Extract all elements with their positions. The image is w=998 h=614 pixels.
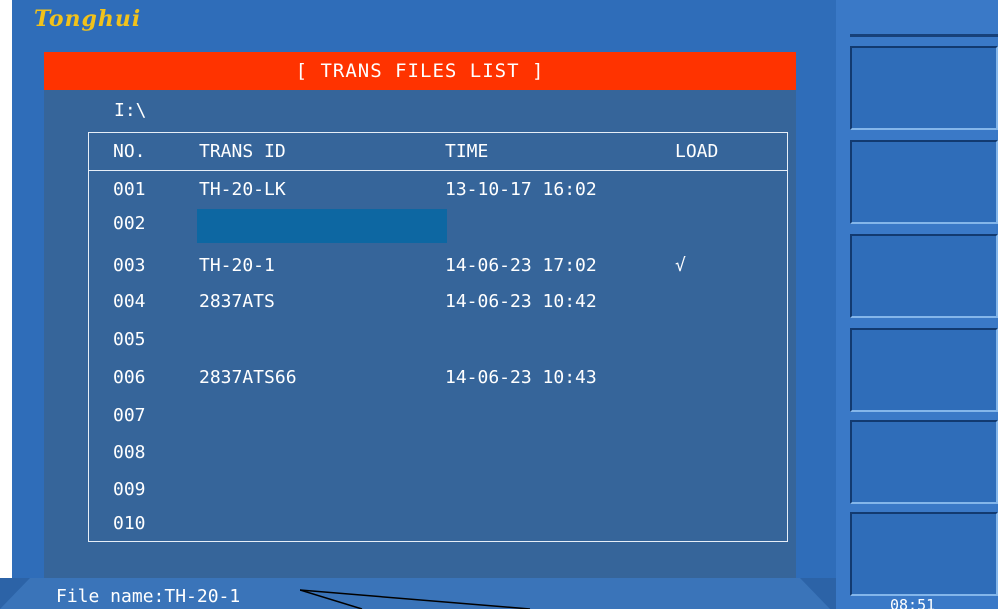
softkey-2[interactable] bbox=[850, 140, 998, 224]
brand-logo: Tonghui bbox=[34, 6, 142, 32]
row-trans-id: 2837ATS bbox=[199, 291, 275, 312]
row-time: 14-06-23 17:02 bbox=[445, 255, 597, 276]
row-trans-id: 2837ATS66 bbox=[199, 367, 297, 388]
row-no: 005 bbox=[113, 329, 146, 350]
file-name-readout: File name:TH-20-1 bbox=[56, 586, 241, 607]
row-no: 010 bbox=[113, 513, 146, 534]
softkey-column bbox=[836, 0, 998, 609]
row-load-check: √ bbox=[675, 255, 686, 276]
selection-highlight bbox=[197, 209, 447, 243]
softkey-divider bbox=[850, 34, 998, 37]
table-row-selected[interactable]: 002 bbox=[89, 205, 787, 243]
dialog-title: [ TRANS FILES LIST ] bbox=[44, 52, 796, 90]
row-no: 003 bbox=[113, 255, 146, 276]
row-no: 002 bbox=[113, 213, 146, 234]
table-row[interactable]: 009 bbox=[89, 471, 787, 509]
row-time: 13-10-17 16:02 bbox=[445, 179, 597, 200]
table-row[interactable]: 004 2837ATS 14-06-23 10:42 bbox=[89, 283, 787, 321]
softkey-3[interactable] bbox=[850, 234, 998, 318]
row-no: 009 bbox=[113, 479, 146, 500]
row-time: 14-06-23 10:42 bbox=[445, 291, 597, 312]
table-row[interactable]: 005 bbox=[89, 321, 787, 359]
table-row[interactable]: 010 bbox=[89, 505, 787, 543]
row-no: 006 bbox=[113, 367, 146, 388]
header-time: TIME bbox=[445, 141, 489, 162]
table-row[interactable]: 007 bbox=[89, 397, 787, 435]
current-path: I:\ bbox=[114, 100, 147, 121]
softkey-4[interactable] bbox=[850, 328, 998, 412]
callout-lines bbox=[300, 589, 531, 609]
row-no: 004 bbox=[113, 291, 146, 312]
header-load: LOAD bbox=[675, 141, 719, 162]
header-trans-id: TRANS ID bbox=[199, 141, 286, 162]
trans-files-panel: [ TRANS FILES LIST ] I:\ NO. TRANS ID TI… bbox=[44, 52, 796, 592]
table-row[interactable]: 008 bbox=[89, 434, 787, 472]
header-no: NO. bbox=[113, 141, 146, 162]
softkey-5[interactable] bbox=[850, 420, 998, 504]
clock: 08:51 bbox=[890, 596, 936, 614]
table-row[interactable]: 006 2837ATS66 14-06-23 10:43 bbox=[89, 359, 787, 397]
row-no: 001 bbox=[113, 179, 146, 200]
table-header-row: NO. TRANS ID TIME LOAD bbox=[89, 133, 787, 171]
softkey-1[interactable] bbox=[850, 46, 998, 130]
row-no: 008 bbox=[113, 442, 146, 463]
table-row[interactable]: 003 TH-20-1 14-06-23 17:02 √ bbox=[89, 247, 787, 285]
row-trans-id: TH-20-1 bbox=[199, 255, 275, 276]
table-row[interactable]: 001 TH-20-LK 13-10-17 16:02 bbox=[89, 171, 787, 209]
row-no: 007 bbox=[113, 405, 146, 426]
row-time: 14-06-23 10:43 bbox=[445, 367, 597, 388]
files-table: NO. TRANS ID TIME LOAD 001 TH-20-LK 13-1… bbox=[88, 132, 788, 542]
row-trans-id: TH-20-LK bbox=[199, 179, 286, 200]
softkey-6[interactable] bbox=[850, 512, 998, 596]
